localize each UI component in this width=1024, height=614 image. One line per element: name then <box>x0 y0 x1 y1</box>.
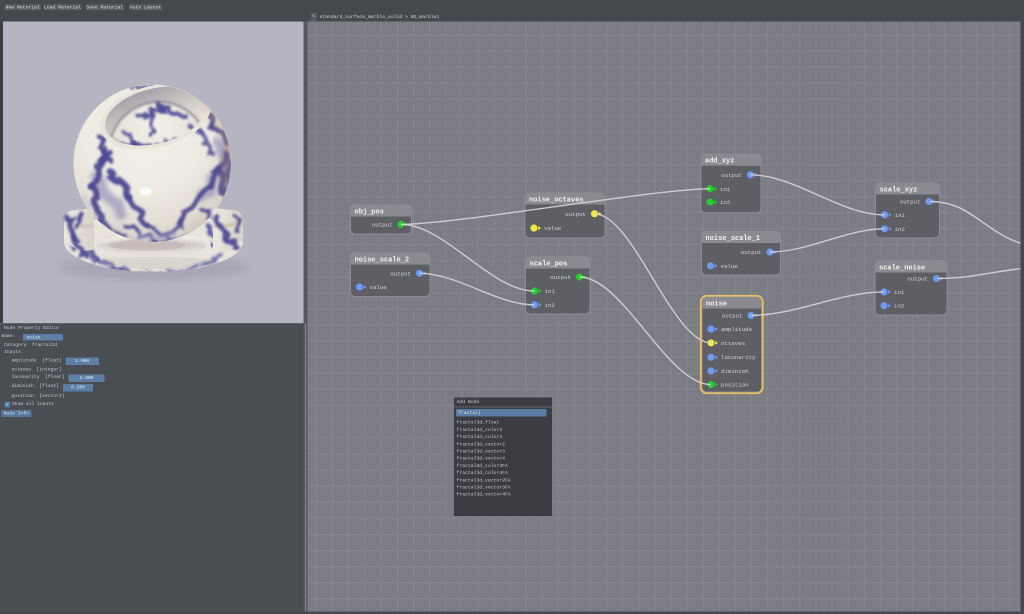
svg-text:in2: in2 <box>545 302 556 309</box>
svg-text:noise_scale_1: noise_scale_1 <box>706 235 761 243</box>
svg-text:value: value <box>721 263 739 270</box>
svg-text:in1: in1 <box>720 186 731 193</box>
svg-text:output: output <box>372 221 393 228</box>
svg-text:in2: in2 <box>895 226 906 233</box>
svg-text:diminish: diminish <box>721 368 749 375</box>
svg-text:output: output <box>565 211 586 218</box>
svg-text:in1: in1 <box>895 212 906 219</box>
svg-text:output: output <box>550 274 571 281</box>
svg-text:output: output <box>741 249 762 256</box>
svg-text:noise_octaves: noise_octaves <box>529 196 584 204</box>
svg-text:in2: in2 <box>894 303 905 310</box>
svg-text:octaves: octaves <box>721 340 745 347</box>
svg-text:output: output <box>722 312 743 319</box>
svg-text:noise: noise <box>706 300 727 308</box>
svg-text:add_xyz: add_xyz <box>705 158 734 166</box>
svg-text:scale_noise: scale_noise <box>879 264 925 272</box>
svg-text:value: value <box>544 225 562 232</box>
svg-text:in1: in1 <box>545 288 556 295</box>
svg-text:value: value <box>370 284 388 291</box>
svg-text:output: output <box>907 276 928 283</box>
svg-text:position: position <box>721 382 749 389</box>
svg-text:amplitude: amplitude <box>721 326 753 333</box>
svg-text:output: output <box>390 270 411 277</box>
svg-text:in1: in1 <box>894 289 905 296</box>
svg-text:lacunarity: lacunarity <box>721 354 756 361</box>
svg-text:output: output <box>721 172 742 179</box>
svg-text:obj_pos: obj_pos <box>355 208 384 216</box>
svg-text:noise_scale_2: noise_scale_2 <box>355 256 410 264</box>
svg-text:output: output <box>900 199 921 206</box>
svg-text:scale_pos: scale_pos <box>530 260 568 268</box>
svg-text:in2: in2 <box>720 199 731 206</box>
svg-text:scale_xyz: scale_xyz <box>880 186 918 194</box>
